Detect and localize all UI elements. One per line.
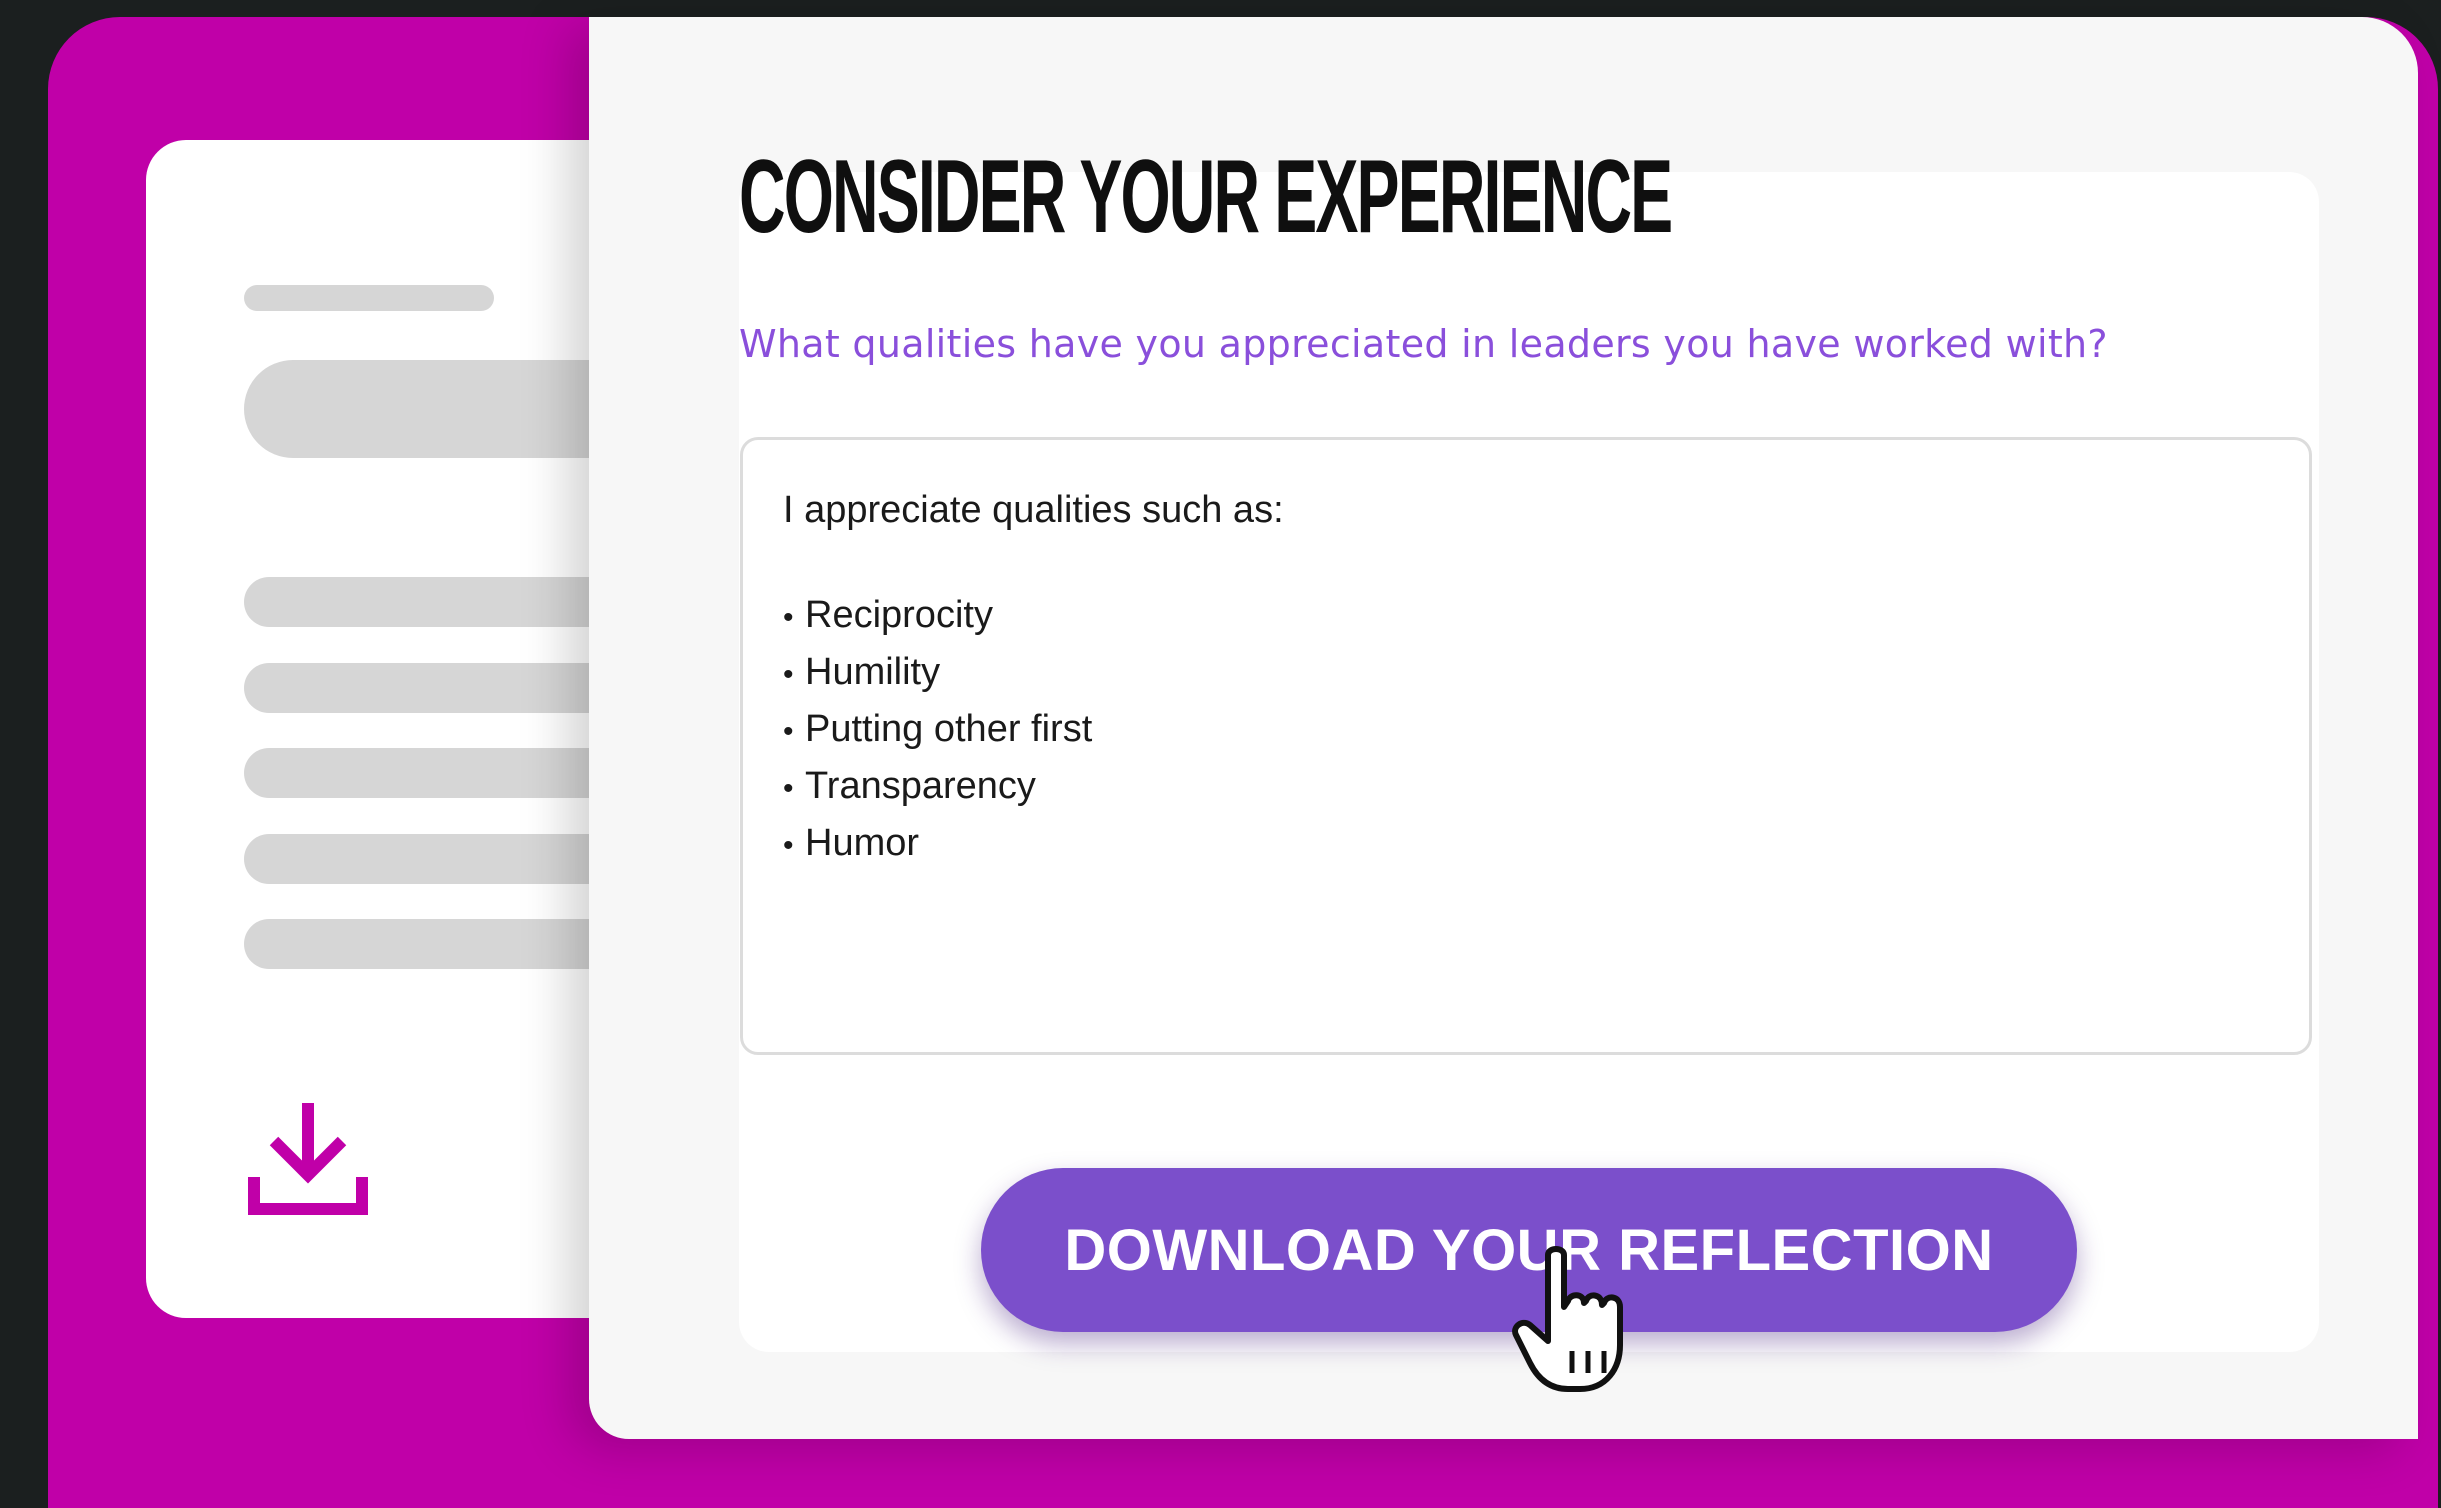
page-title: CONSIDER YOUR EXPERIENCE	[739, 139, 1673, 255]
answer-intro-text: I appreciate qualities such as:	[783, 489, 1284, 531]
bullet-icon: •	[783, 600, 794, 634]
answer-list-item: • Humor	[783, 816, 2269, 873]
answer-list: • Reciprocity • Humility • Putting other fi…	[783, 588, 2269, 873]
reflection-question: What qualities have you appreciated in l…	[739, 322, 2108, 366]
answer-list-item: • Putting other first	[783, 702, 2269, 759]
download-icon	[248, 1103, 368, 1215]
answer-item-text: Humility	[805, 650, 941, 693]
answer-item-text: Transparency	[805, 764, 1036, 807]
answer-list-item: • Transparency	[783, 759, 2269, 816]
answer-item-text: Reciprocity	[805, 593, 993, 636]
answer-item-text: Humor	[805, 821, 920, 864]
hand-pointer-icon	[1512, 1246, 1623, 1392]
bullet-icon: •	[783, 771, 794, 805]
reflection-answer-field[interactable]: I appreciate qualities such as: • Recipro…	[740, 437, 2312, 1055]
bullet-icon: •	[783, 828, 794, 862]
answer-list-item: • Humility	[783, 645, 2269, 702]
reflection-card: CONSIDER YOUR EXPERIENCE What qualities …	[589, 17, 2418, 1439]
answer-item-text: Putting other first	[805, 707, 1093, 750]
answer-list-item: • Reciprocity	[783, 588, 2269, 645]
bullet-icon: •	[783, 657, 794, 691]
bullet-icon: •	[783, 714, 794, 748]
placeholder-line	[244, 285, 494, 311]
